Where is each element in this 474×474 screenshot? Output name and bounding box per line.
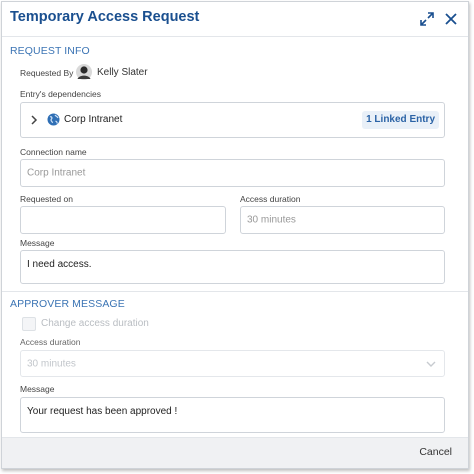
- dependencies-panel: Corp Intranet 1 Linked Entry: [20, 102, 445, 138]
- approver-access-duration-value: 30 minutes: [27, 358, 76, 369]
- chevron-down-icon: [426, 360, 436, 368]
- access-duration-value: 30 minutes: [247, 214, 296, 226]
- expand-icon[interactable]: [419, 11, 435, 27]
- approver-message-field[interactable]: Your request has been approved !: [20, 397, 445, 433]
- connection-name-value: Corp Intranet: [27, 167, 86, 179]
- change-duration-label: Change access duration: [41, 318, 149, 329]
- approver-message-label: Message: [20, 384, 55, 394]
- cancel-button[interactable]: Cancel: [419, 446, 452, 458]
- dependencies-label: Entry's dependencies: [20, 89, 102, 99]
- connection-name-label: Connection name: [20, 147, 87, 157]
- temporary-access-request-dialog: Temporary Access Request REQUEST INFO Re…: [1, 1, 469, 469]
- access-duration-label: Access duration: [240, 194, 301, 204]
- requested-on-label: Requested on: [20, 194, 73, 204]
- close-icon[interactable]: [443, 11, 459, 27]
- avatar: [76, 64, 92, 80]
- requested-by-name: Kelly Slater: [97, 67, 148, 78]
- dialog-title-bar: Temporary Access Request: [2, 2, 468, 37]
- dialog-footer: Cancel: [2, 437, 468, 468]
- requested-by-label: Requested By: [20, 68, 74, 78]
- message-field[interactable]: I need access.: [20, 250, 445, 284]
- dialog-title: Temporary Access Request: [10, 9, 200, 25]
- chevron-right-icon[interactable]: [29, 115, 39, 125]
- access-duration-field[interactable]: 30 minutes: [240, 206, 445, 234]
- connection-name-field[interactable]: Corp Intranet: [20, 159, 445, 187]
- request-info-section-title: REQUEST INFO: [10, 45, 90, 57]
- approver-message-section-title: APPROVER MESSAGE: [10, 298, 125, 310]
- approver-access-duration-label: Access duration: [20, 337, 81, 347]
- message-value: I need access.: [27, 259, 92, 270]
- change-duration-checkbox[interactable]: [22, 317, 36, 331]
- linked-entry-badge[interactable]: 1 Linked Entry: [362, 111, 439, 129]
- section-divider: [2, 291, 468, 292]
- requested-on-field[interactable]: [20, 206, 226, 234]
- message-label: Message: [20, 238, 55, 248]
- approver-message-value: Your request has been approved !: [27, 406, 178, 417]
- globe-icon: [47, 113, 60, 126]
- dependency-name: Corp Intranet: [64, 114, 123, 125]
- approver-access-duration-select[interactable]: 30 minutes: [20, 350, 445, 377]
